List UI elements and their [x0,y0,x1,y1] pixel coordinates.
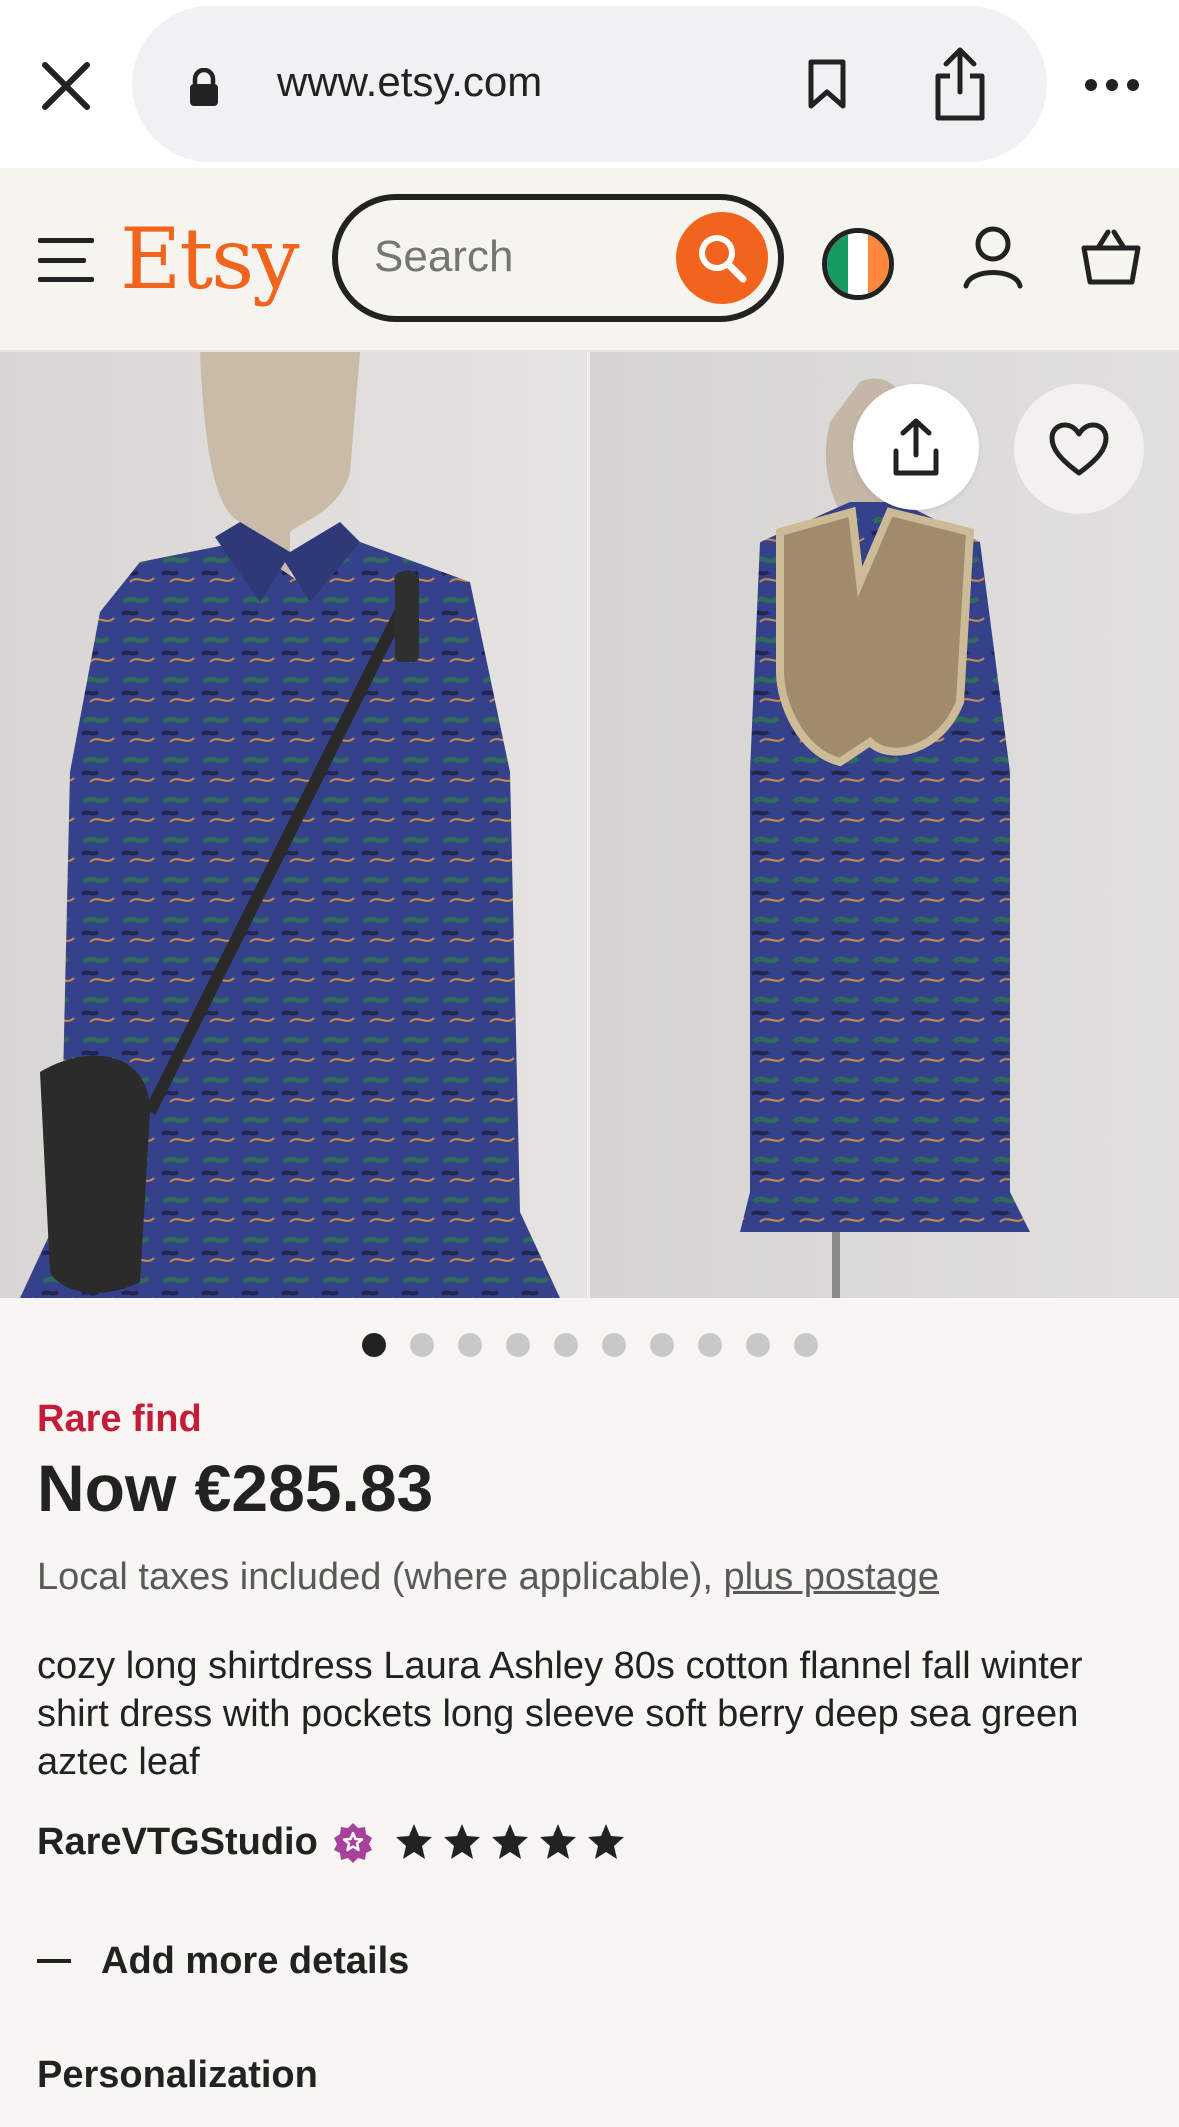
star-icon [443,1824,480,1859]
address-bar[interactable]: www.etsy.com [132,6,1047,162]
browser-toolbar: www.etsy.com [0,0,1179,168]
heart-icon [1049,422,1109,476]
etsy-logo[interactable]: Etsy [120,210,300,308]
more-options-button[interactable] [1085,74,1139,96]
bookmark-icon[interactable] [807,58,847,110]
close-icon [42,62,90,110]
taxes-note: Local taxes included (where applicable),… [37,1556,939,1599]
add-more-details-label: Add more details [101,1939,410,1982]
carousel-dot[interactable] [650,1333,674,1357]
add-more-details-toggle[interactable]: Add more details [37,1936,409,1986]
listing-price: Now €285.83 [37,1451,434,1525]
search-input[interactable] [374,232,634,282]
search-icon [699,235,747,283]
search-box[interactable] [332,194,784,322]
shop-row: RareVTGStudio [37,1816,626,1868]
account-icon[interactable] [960,224,1026,290]
share-listing-button[interactable] [853,384,979,510]
menu-icon[interactable] [38,238,94,282]
site-header: Etsy [0,168,1179,352]
listing-photo-1[interactable] [0,352,587,1298]
share-icon[interactable] [932,46,988,122]
dress-illustration [20,352,560,1298]
star-icon [587,1824,624,1859]
carousel-dot[interactable] [410,1333,434,1357]
rating-stars[interactable] [394,1822,626,1862]
carousel-dot[interactable] [554,1333,578,1357]
more-icon [1085,79,1097,91]
image-gallery[interactable] [0,352,1179,1298]
star-icon [539,1824,576,1859]
shop-name-link[interactable]: RareVTGStudio [37,1821,318,1864]
cart-icon[interactable] [1080,226,1142,288]
search-button[interactable] [676,212,768,304]
carousel-dot[interactable] [506,1333,530,1357]
carousel-dot[interactable] [698,1333,722,1357]
plus-postage-link[interactable]: plus postage [724,1556,940,1598]
carousel-dot[interactable] [362,1333,386,1357]
lock-icon [190,68,218,106]
star-icon [395,1824,432,1859]
listing-title: cozy long shirtdress Laura Ashley 80s co… [37,1645,1083,1783]
carousel-dot[interactable] [602,1333,626,1357]
taxes-text: Local taxes included (where applicable), [37,1556,724,1598]
share-icon [893,418,939,476]
collapse-dash-icon [37,1959,71,1963]
carousel-dot[interactable] [458,1333,482,1357]
carousel-dot[interactable] [746,1333,770,1357]
star-seller-icon [333,1823,372,1863]
rare-find-badge: Rare find [37,1398,202,1440]
carousel-dots[interactable] [362,1333,818,1357]
close-button[interactable] [38,58,94,114]
ireland-flag-icon[interactable] [822,228,894,300]
favorite-button[interactable] [1014,384,1144,514]
carousel-dot[interactable] [794,1333,818,1357]
url-text: www.etsy.com [277,58,543,105]
personalization-heading: Personalization [37,2054,318,2096]
star-icon [491,1824,528,1859]
